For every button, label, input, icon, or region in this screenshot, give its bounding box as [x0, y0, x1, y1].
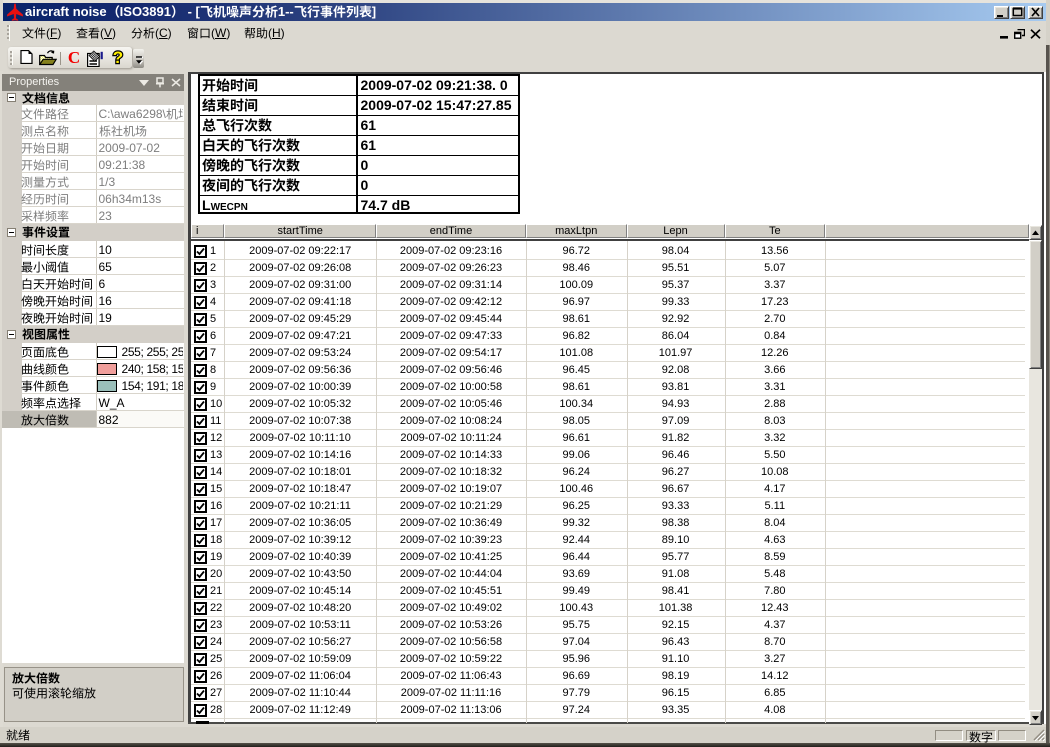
- svg-text:?: ?: [113, 48, 123, 67]
